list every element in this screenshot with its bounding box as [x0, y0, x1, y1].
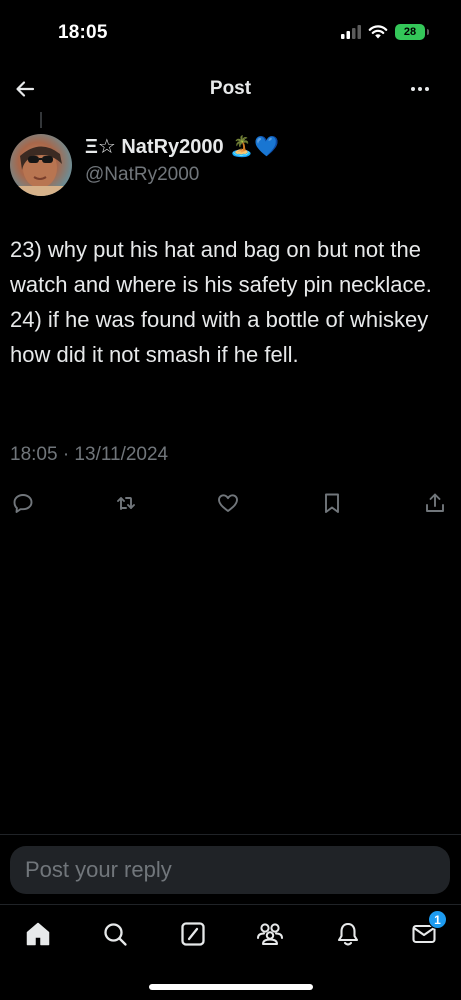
- signal-icon: [341, 25, 361, 39]
- repost-button[interactable]: [111, 488, 141, 518]
- tab-messages[interactable]: 1: [407, 910, 447, 951]
- battery-icon: 28: [395, 24, 429, 40]
- reply-composer: [0, 834, 461, 904]
- home-indicator[interactable]: [149, 984, 313, 990]
- bookmark-icon: [320, 491, 344, 515]
- bookmark-button[interactable]: [317, 488, 347, 518]
- nav-bar: Post: [0, 66, 461, 112]
- tab-grok[interactable]: [176, 917, 210, 951]
- notifications-icon: [334, 920, 362, 948]
- share-button[interactable]: [420, 488, 450, 518]
- tab-communities[interactable]: [253, 917, 287, 951]
- reply-icon: [11, 491, 35, 515]
- author-handle[interactable]: @NatRy2000: [85, 164, 199, 186]
- post-author: Ξ☆ NatRy2000 🏝️💙 @NatRy2000: [10, 134, 450, 198]
- status-time: 18:05: [58, 22, 108, 43]
- repost-icon: [114, 491, 138, 515]
- post-text: 23) why put his hat and bag on but not t…: [10, 237, 432, 367]
- status-bar: 18:05 28: [0, 0, 461, 66]
- tab-search[interactable]: [98, 917, 132, 951]
- battery-level: 28: [403, 26, 417, 38]
- like-icon: [216, 491, 240, 515]
- messages-badge: 1: [428, 910, 447, 929]
- grok-icon: [179, 920, 207, 948]
- thread-connector-line: [40, 112, 42, 128]
- post-actions: [0, 488, 461, 520]
- more-horizontal-icon: [408, 77, 432, 101]
- status-icons: 28: [341, 24, 429, 40]
- page-title: Post: [209, 78, 252, 99]
- reply-input[interactable]: [10, 846, 450, 894]
- home-icon: [24, 920, 52, 948]
- post-timestamp[interactable]: 18:05 · 13/11/2024: [10, 444, 168, 466]
- avatar[interactable]: [10, 134, 72, 196]
- like-button[interactable]: [213, 488, 243, 518]
- share-icon: [423, 491, 447, 515]
- communities-icon: [255, 920, 285, 948]
- tab-notifications[interactable]: [331, 917, 365, 951]
- more-options-button[interactable]: [405, 74, 435, 104]
- wifi-icon: [368, 25, 388, 39]
- reply-button[interactable]: [8, 488, 38, 518]
- search-icon: [101, 920, 129, 948]
- author-display-name[interactable]: Ξ☆ NatRy2000 🏝️💙: [85, 134, 279, 159]
- tab-home[interactable]: [21, 917, 55, 951]
